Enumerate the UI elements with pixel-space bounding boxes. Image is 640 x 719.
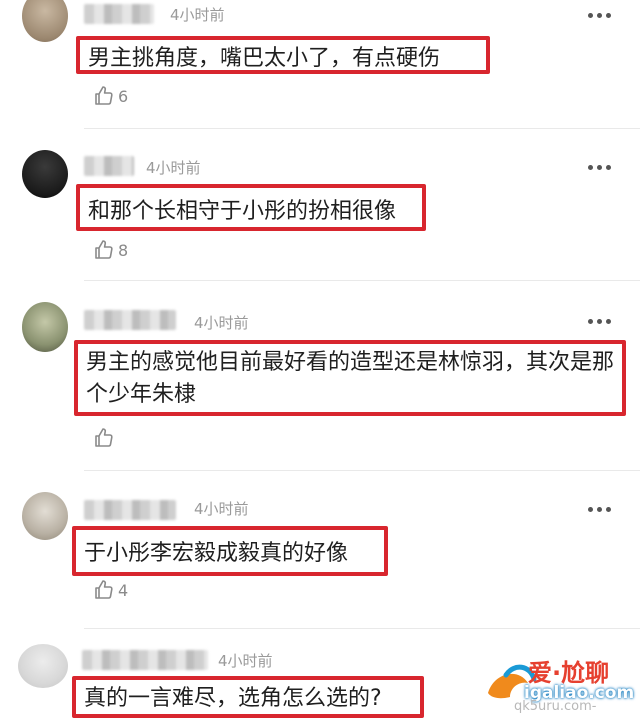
more-options-icon[interactable] xyxy=(588,316,616,326)
watermark-logo: 爱·尬聊 igaliao.com qk5uru.com- xyxy=(484,653,634,715)
divider xyxy=(84,280,640,281)
comment-text: 真的一言难尽，选角怎么选的? xyxy=(72,676,424,718)
comment-item: 4小时前 于小彤李宏毅成毅真的好像 4 xyxy=(0,480,640,630)
more-options-icon[interactable] xyxy=(588,10,616,20)
thumbs-up-icon xyxy=(95,240,113,259)
thumbs-up-icon xyxy=(95,428,113,447)
comment-item: 4小时前 男主挑角度，嘴巴太小了，有点硬伤 6 xyxy=(0,0,640,130)
divider xyxy=(84,628,640,629)
username-blurred[interactable] xyxy=(84,500,176,520)
avatar[interactable] xyxy=(22,302,68,352)
comment-time: 4小时前 xyxy=(170,6,225,24)
username-blurred[interactable] xyxy=(84,310,176,330)
thumbs-up-icon xyxy=(95,86,113,105)
more-options-icon[interactable] xyxy=(588,162,616,172)
comment-text: 和那个长相守于小彤的扮相很像 xyxy=(76,184,426,231)
comment-time: 4小时前 xyxy=(194,314,249,332)
comment-item: 4小时前 和那个长相守于小彤的扮相很像 8 xyxy=(0,140,640,290)
like-button[interactable] xyxy=(92,426,118,450)
comment-text: 于小彤李宏毅成毅真的好像 xyxy=(72,526,388,576)
username-blurred[interactable] xyxy=(84,156,134,176)
comment-time: 4小时前 xyxy=(218,652,273,670)
like-count: 4 xyxy=(118,580,129,600)
comment-item: 4小时前 男主的感觉他目前最好看的造型还是林惊羽，其次是那个少年朱棣 xyxy=(0,290,640,480)
like-count: 6 xyxy=(118,86,129,106)
like-count: 8 xyxy=(118,240,129,260)
avatar[interactable] xyxy=(22,0,68,42)
username-blurred[interactable] xyxy=(84,4,154,24)
comment-time: 4小时前 xyxy=(194,500,249,518)
like-button[interactable]: 4 xyxy=(92,578,128,602)
like-button[interactable]: 6 xyxy=(92,84,128,108)
thumbs-up-icon xyxy=(95,580,113,599)
divider xyxy=(84,128,640,129)
more-options-icon[interactable] xyxy=(588,504,616,514)
comment-text: 男主的感觉他目前最好看的造型还是林惊羽，其次是那个少年朱棣 xyxy=(74,340,626,416)
divider xyxy=(84,470,640,471)
watermark-subdomain: qk5uru.com- xyxy=(514,699,597,714)
like-button[interactable]: 8 xyxy=(92,238,128,262)
avatar[interactable] xyxy=(22,150,68,198)
comment-time: 4小时前 xyxy=(146,159,201,177)
comment-text: 男主挑角度，嘴巴太小了，有点硬伤 xyxy=(76,36,490,74)
username-blurred[interactable] xyxy=(82,650,208,670)
avatar[interactable] xyxy=(18,644,68,688)
avatar[interactable] xyxy=(22,492,68,540)
